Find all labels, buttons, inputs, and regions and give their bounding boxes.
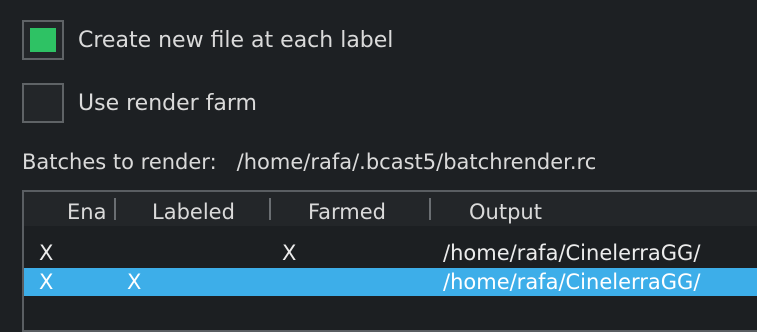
column-header-output[interactable]: Output — [469, 192, 542, 226]
cell-output: /home/rafa/CinelerraGG/ — [443, 241, 701, 265]
create-new-file-label: Create new file at each label — [78, 27, 394, 53]
use-render-farm-label: Use render farm — [78, 90, 257, 116]
cell-farmed: X — [282, 241, 297, 265]
checkbox-checked-mark — [30, 28, 56, 52]
cell-enabled: X — [39, 270, 54, 294]
batches-path: /home/rafa/.bcast5/batchrender.rc — [236, 150, 597, 174]
use-render-farm-option[interactable]: Use render farm — [22, 83, 257, 123]
batches-label: Batches to render: — [22, 150, 217, 174]
cell-enabled: X — [39, 241, 54, 265]
column-separator[interactable] — [114, 198, 116, 220]
column-separator[interactable] — [269, 198, 271, 220]
batch-list-header: Ena Labeled Farmed Output — [24, 192, 757, 226]
batch-list[interactable]: Ena Labeled Farmed Output X X /home/rafa… — [22, 190, 757, 332]
batches-to-render: Batches to render: /home/rafa/.bcast5/bat… — [22, 150, 596, 174]
column-header-farmed[interactable]: Farmed — [308, 192, 386, 226]
create-new-file-option[interactable]: Create new file at each label — [22, 20, 393, 60]
create-new-file-checkbox[interactable] — [22, 20, 64, 60]
batch-render-panel: Create new file at each label Use render… — [0, 0, 757, 332]
column-header-enabled[interactable]: Ena — [67, 192, 106, 226]
batch-row-selected[interactable]: X X /home/rafa/CinelerraGG/ — [24, 268, 757, 296]
use-render-farm-checkbox[interactable] — [22, 83, 64, 123]
cell-labeled: X — [127, 270, 142, 294]
cell-output: /home/rafa/CinelerraGG/ — [443, 270, 701, 294]
column-separator[interactable] — [429, 198, 431, 220]
column-header-labeled[interactable]: Labeled — [152, 192, 235, 226]
batch-row[interactable]: X X /home/rafa/CinelerraGG/ — [24, 239, 757, 267]
